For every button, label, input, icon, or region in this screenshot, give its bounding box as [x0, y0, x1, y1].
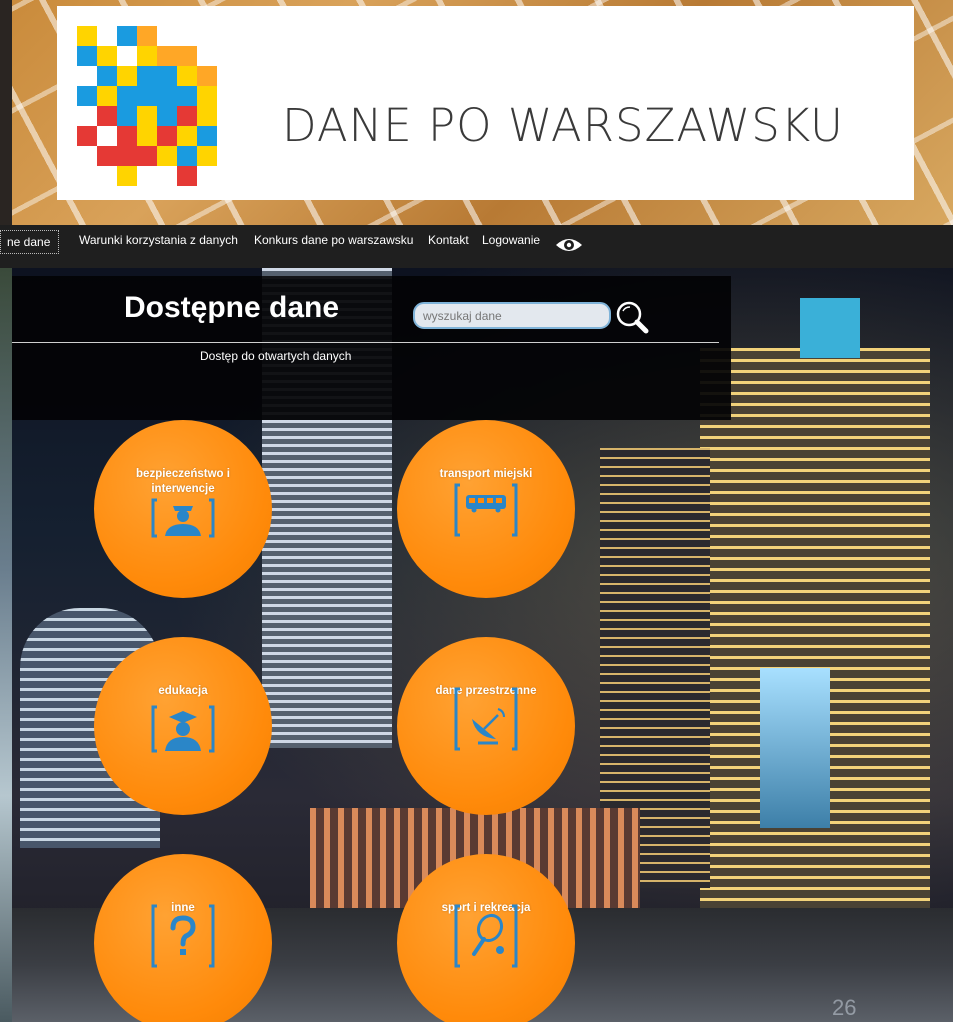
- category-label: edukacja: [158, 685, 208, 697]
- left-edge: [0, 0, 12, 225]
- warsaw-pixel-logo: [77, 26, 217, 186]
- site-banner[interactable]: DANE PO WARSZAWSKU: [57, 6, 914, 200]
- divider: [12, 342, 719, 343]
- search-icon[interactable]: [615, 300, 649, 334]
- main-nav: ne dane Warunki korzystania z danych Kon…: [0, 225, 953, 268]
- eye-icon[interactable]: [555, 235, 583, 255]
- data-panel: Dostępne dane Dostęp do otwartych danych: [12, 276, 731, 420]
- category-sport-recreation[interactable]: sport i rekreacja: [397, 854, 575, 1022]
- page-subtitle: Dostęp do otwartych danych: [200, 349, 352, 363]
- tennis-racket-icon: [454, 904, 518, 968]
- category-spatial-data[interactable]: dane przestrzenne: [397, 637, 575, 815]
- nav-item-contest[interactable]: Konkurs dane po warszawsku: [254, 233, 413, 247]
- security-officer-icon: [151, 498, 215, 538]
- tower-glow: [760, 668, 830, 828]
- category-education[interactable]: edukacja: [94, 637, 272, 815]
- bus-icon: [454, 483, 518, 537]
- page-title: Dostępne dane: [124, 291, 340, 324]
- category-label: transport miejski: [439, 468, 533, 480]
- category-other[interactable]: inne: [94, 854, 272, 1022]
- category-security[interactable]: bezpieczeństwo i interwencje: [94, 420, 272, 598]
- satellite-dish-icon: [454, 687, 518, 751]
- graduate-icon: [151, 705, 215, 753]
- category-public-transport[interactable]: transport miejski: [397, 420, 575, 598]
- nav-item-terms[interactable]: Warunki korzystania z danych: [79, 233, 238, 247]
- skyscraper: [800, 298, 860, 358]
- nav-item-login[interactable]: Logowanie: [482, 233, 540, 247]
- site-title: DANE PO WARSZAWSKU: [282, 99, 844, 152]
- corner-text: 26: [832, 995, 857, 1020]
- left-edge-strip: [0, 268, 12, 1022]
- search-input[interactable]: [413, 302, 611, 329]
- question-mark-icon: [151, 904, 215, 968]
- nav-item-available-data[interactable]: ne dane: [0, 230, 60, 254]
- category-label: bezpieczeństwo i interwencje: [136, 468, 230, 495]
- map-background: DANE PO WARSZAWSKU: [0, 0, 953, 225]
- nav-item-contact[interactable]: Kontakt: [428, 233, 469, 247]
